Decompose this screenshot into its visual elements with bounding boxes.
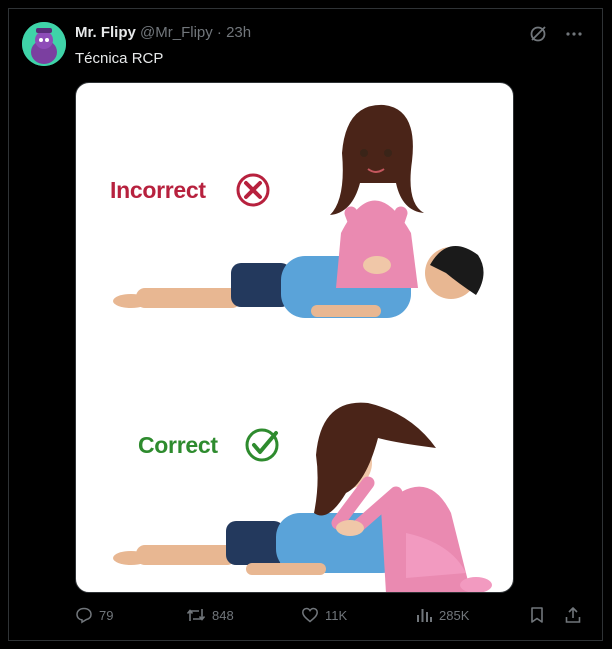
reply-count: 79	[99, 607, 114, 623]
reply-icon	[76, 607, 92, 624]
more-icon[interactable]	[564, 24, 584, 44]
views-icon	[417, 609, 432, 622]
tweet-media[interactable]: Incorrect Correct	[75, 82, 514, 593]
retweet-button[interactable]: 848	[186, 606, 234, 624]
like-icon	[302, 607, 318, 623]
share-button[interactable]	[564, 606, 582, 624]
correct-illustration	[113, 402, 492, 592]
retweet-icon	[186, 609, 206, 621]
tweet-text: Técnica RCP	[75, 50, 164, 67]
bookmark-icon	[531, 607, 543, 623]
views-button[interactable]: 285K	[415, 606, 469, 624]
tweet-header: Mr. Flipy @Mr_Flipy · 23h	[75, 24, 251, 41]
author-name[interactable]: Mr. Flipy	[75, 24, 136, 41]
tweet-top-actions	[528, 24, 584, 44]
share-icon	[565, 607, 581, 623]
like-count: 11K	[325, 607, 348, 623]
incorrect-illustration	[113, 104, 484, 318]
avatar-image	[22, 22, 66, 66]
grok-icon[interactable]	[528, 24, 548, 44]
tweet-actions: 79 848 11K 285K	[75, 606, 585, 630]
avatar[interactable]	[22, 22, 66, 66]
tweet-time[interactable]: 23h	[226, 24, 251, 41]
author-handle[interactable]: @Mr_Flipy	[140, 24, 213, 41]
like-button[interactable]: 11K	[301, 606, 347, 624]
view-count: 285K	[439, 607, 470, 623]
retweet-count: 848	[212, 607, 234, 623]
separator: ·	[216, 24, 222, 41]
bookmark-button[interactable]	[528, 606, 546, 624]
reply-button[interactable]: 79	[75, 606, 113, 624]
